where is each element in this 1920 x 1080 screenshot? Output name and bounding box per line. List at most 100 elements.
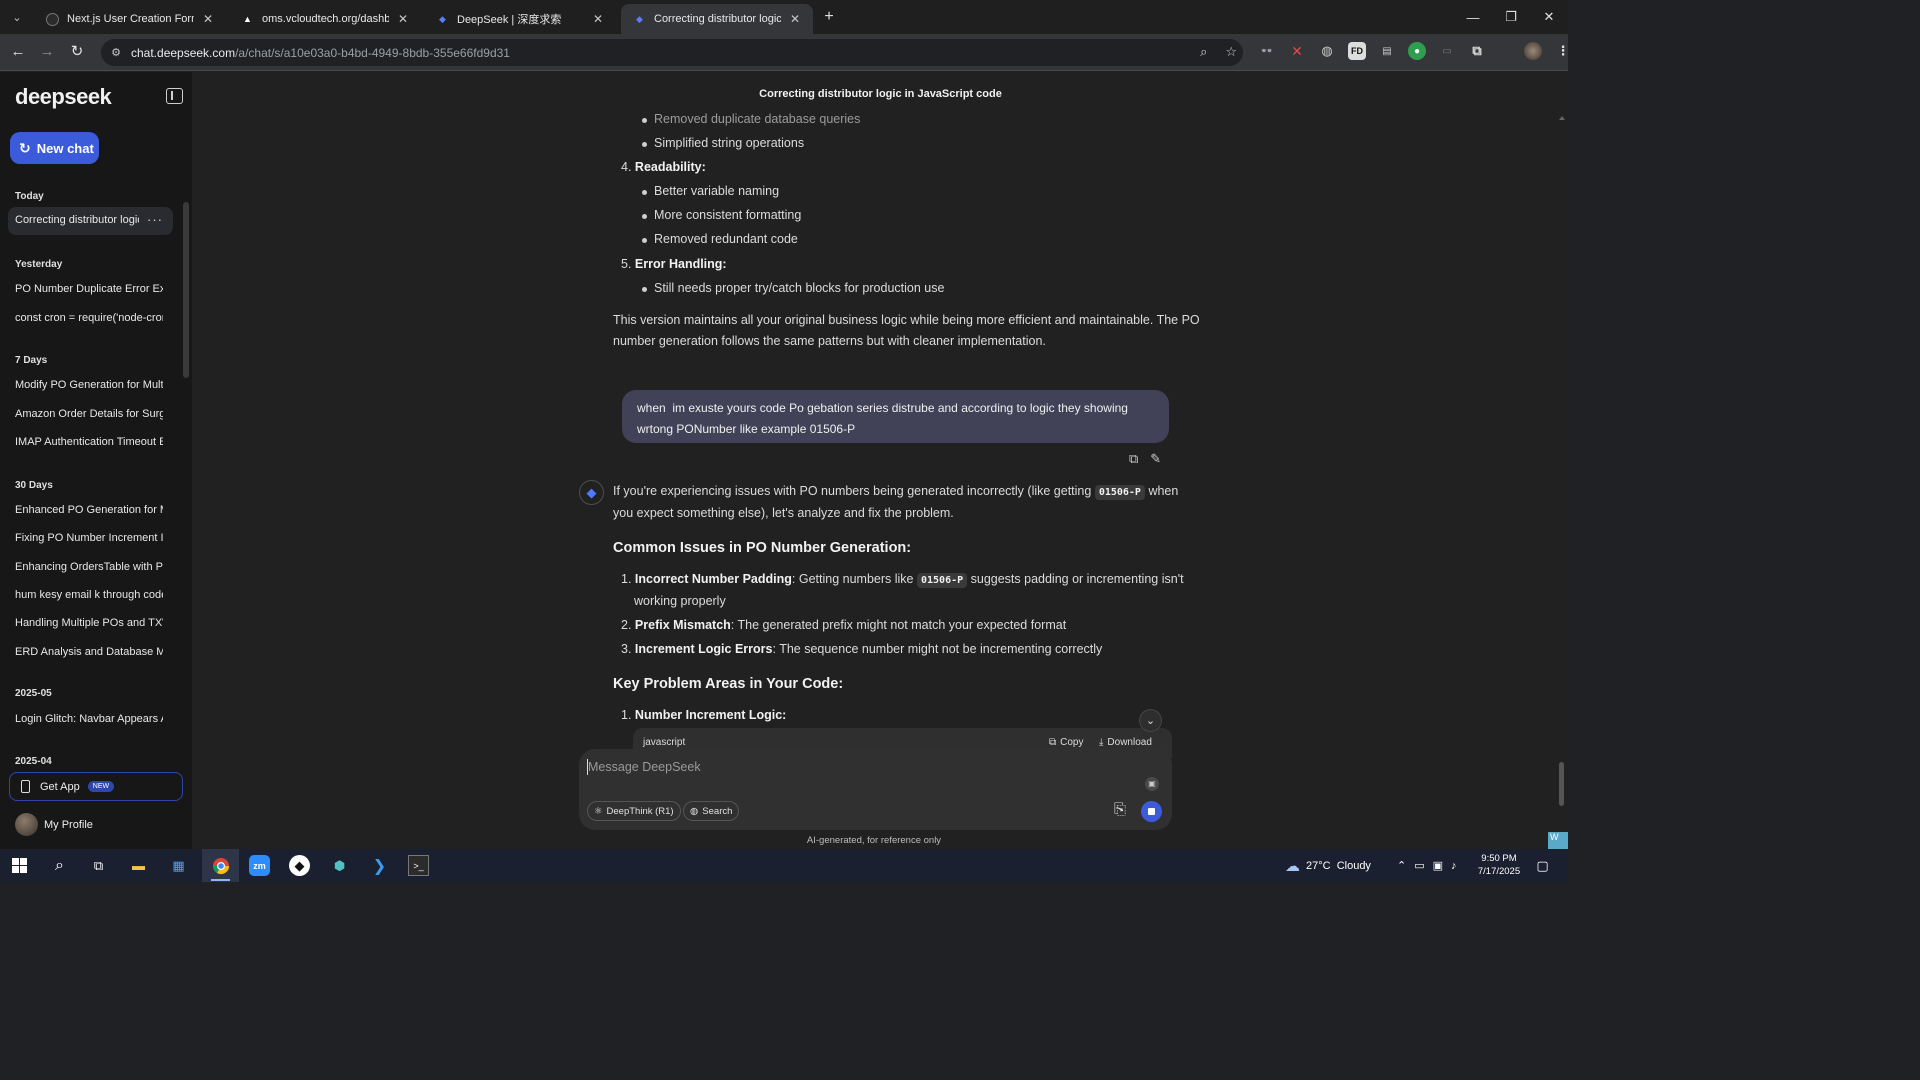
sidebar-item[interactable]: const cron = require('node-cron'); (15, 312, 163, 324)
extension-x-icon[interactable]: ✕ (1288, 42, 1306, 60)
tray-chevron-up-icon[interactable]: ⌃ (1397, 859, 1406, 872)
battery-icon[interactable]: ▭ (1414, 859, 1424, 872)
sidebar-item[interactable]: Handling Multiple POs and TXW (15, 617, 163, 629)
get-app-label: Get App (40, 780, 80, 793)
site-info-icon[interactable]: ⚙ (109, 46, 123, 60)
search-icon[interactable]: ⌕ (49, 855, 70, 876)
tab-oms-dashboard[interactable]: ▲ oms.vcloudtech.org/dashboard ✕ (229, 4, 421, 34)
code-download-button[interactable]: ⤓ Download (1099, 737, 1152, 748)
sidebar-item-active[interactable]: Correcting distributor logic in JavaScri… (8, 207, 173, 235)
item-text: working properly (634, 594, 726, 608)
back-button[interactable]: ← (8, 42, 28, 62)
copy-label: Copy (1060, 737, 1084, 748)
sidebar-item[interactable]: ERD Analysis and Database Model (15, 646, 163, 658)
file-explorer-icon[interactable]: ▬ (128, 855, 149, 876)
volume-icon[interactable]: ♪ (1451, 860, 1457, 872)
forward-button[interactable]: → (37, 42, 57, 62)
more-options-icon[interactable]: ··· (147, 212, 163, 227)
deepseek-icon: ◆ (636, 13, 643, 24)
tab-title: Next.js User Creation Form (67, 13, 194, 25)
chrome-icon[interactable] (210, 855, 231, 876)
chat-scrollbar[interactable] (1559, 762, 1564, 806)
extension-globe-icon[interactable]: ◍ (1318, 42, 1336, 60)
sidebar-item[interactable]: PO Number Duplicate Error Explained (15, 283, 163, 295)
store-icon[interactable]: ▦ (168, 855, 189, 876)
group-label-2025-05: 2025-05 (15, 688, 52, 699)
new-chat-button[interactable]: ↻ New chat (10, 132, 99, 164)
edit-icon[interactable]: ✎ (1150, 451, 1161, 467)
sidebar-item[interactable]: Modify PO Generation for Multiple (15, 379, 163, 391)
close-tab-icon[interactable]: ✕ (200, 12, 216, 26)
close-window-button[interactable]: ✕ (1530, 0, 1568, 34)
extension-green-icon[interactable]: ● (1408, 42, 1426, 60)
weather-widget[interactable]: ☁ 27°C Cloudy (1285, 849, 1371, 882)
extensions-row: 👓 ✕ ◍ FD ▤ ● ▭ ⧉ ⋮ (1258, 42, 1572, 60)
user-message-actions: ⧉ ✎ (1129, 451, 1161, 467)
my-profile-button[interactable]: My Profile (15, 813, 93, 836)
copy-icon[interactable]: ⧉ (1129, 451, 1138, 467)
scroll-to-bottom-button[interactable]: ⌄ (1139, 709, 1162, 732)
deepthink-toggle[interactable]: ⚛ DeepThink (R1) (587, 801, 681, 821)
zoom-icon[interactable]: ⌕ (1200, 44, 1207, 60)
tab-correcting-distributor[interactable]: ◆ Correcting distributor logic in Ja ✕ (621, 4, 813, 34)
close-tab-icon[interactable]: ✕ (590, 12, 606, 26)
tab-nextjs-form[interactable]: Next.js User Creation Form ✕ (34, 4, 226, 34)
get-app-button[interactable]: Get App NEW (9, 772, 183, 801)
attach-file-icon[interactable]: ⎘ (1114, 801, 1126, 818)
extension-fd-icon[interactable]: FD (1348, 42, 1366, 60)
tab-deepseek-home[interactable]: ◆ DeepSeek | 深度求索 ✕ (424, 4, 616, 34)
address-bar[interactable]: ⚙ chat.deepseek.com/a/chat/s/a10e03a0-b4… (101, 39, 1243, 66)
corner-widget[interactable]: W (1548, 832, 1568, 849)
tab-title: Correcting distributor logic in Ja (654, 13, 781, 25)
extension-image-icon[interactable]: ▤ (1378, 42, 1396, 60)
sidebar-item[interactable]: Fixing PO Number Increment Issue (15, 532, 163, 544)
assistant-mini-icon[interactable]: ▣ (1145, 777, 1159, 791)
extension-glasses-icon[interactable]: 👓 (1258, 42, 1276, 60)
sidebar-item[interactable]: IMAP Authentication Timeout Error (15, 436, 163, 448)
windows-start-icon[interactable] (9, 855, 30, 876)
scroll-up-arrow[interactable] (1559, 116, 1565, 120)
notifications-icon[interactable]: ▢ (1532, 855, 1553, 876)
network-icon[interactable]: ▣ (1433, 859, 1443, 872)
new-tab-button[interactable]: + (820, 8, 838, 26)
app-drop-icon[interactable]: ◆ (289, 855, 310, 876)
browser-menu-icon[interactable]: ⋮ (1554, 42, 1572, 60)
group-label-yesterday: Yesterday (15, 259, 63, 270)
close-tab-icon[interactable]: ✕ (395, 12, 411, 26)
ai-disclaimer: AI-generated, for reference only (806, 835, 942, 846)
search-toggle[interactable]: ◍ Search (683, 801, 740, 821)
message-composer[interactable]: Message DeepSeek ▣ ⚛ DeepThink (R1) ◍ Se… (579, 749, 1172, 830)
stop-generating-button[interactable] (1141, 801, 1162, 822)
globe-icon: ◍ (690, 805, 699, 817)
sidebar-item[interactable]: Amazon Order Details for Surge (15, 408, 163, 420)
collapse-sidebar-icon[interactable] (166, 88, 183, 104)
extension-card-icon[interactable]: ▭ (1438, 42, 1456, 60)
message-input[interactable]: Message DeepSeek (588, 760, 701, 774)
sidebar-item[interactable]: Enhanced PO Generation for Multiple (15, 504, 163, 516)
zoom-app-icon[interactable]: zm (249, 855, 270, 876)
code-copy-button[interactable]: ⧉ Copy (1049, 737, 1084, 748)
profile-avatar-icon[interactable] (1524, 42, 1542, 60)
paragraph-line: number generation follows the same patte… (613, 334, 1046, 348)
bullet-item: Still needs proper try/catch blocks for … (641, 281, 945, 295)
reload-button[interactable]: ↻ (67, 42, 87, 62)
app-hex-icon[interactable]: ⬢ (329, 855, 350, 876)
task-view-icon[interactable]: ⧉ (88, 855, 109, 876)
sidebar-item[interactable]: Enhancing OrdersTable with Product (15, 561, 163, 573)
sidebar-scrollbar[interactable] (183, 202, 189, 378)
url-text[interactable]: chat.deepseek.com/a/chat/s/a10e03a0-b4bd… (131, 46, 510, 60)
terminal-icon[interactable]: >_ (408, 855, 429, 876)
vscode-icon[interactable]: ❯ (369, 855, 390, 876)
sidebar-item[interactable]: hum kesy email k through code (15, 589, 163, 601)
vercel-icon: ▲ (243, 14, 252, 24)
extensions-puzzle-icon[interactable]: ⧉ (1468, 42, 1486, 60)
tab-search-button[interactable]: ⌄ (6, 6, 28, 28)
clock-time: 9:50 PM (1481, 853, 1517, 864)
system-clock[interactable]: 9:50 PM 7/17/2025 (1476, 852, 1522, 878)
minimize-button[interactable]: — (1454, 0, 1492, 34)
bookmark-star-icon[interactable]: ☆ (1225, 44, 1237, 60)
sidebar-item[interactable]: Login Glitch: Navbar Appears Above (15, 713, 163, 725)
restore-button[interactable]: ❐ (1492, 0, 1530, 34)
reply-heading: Key Problem Areas in Your Code: (613, 676, 844, 692)
close-tab-icon[interactable]: ✕ (787, 12, 803, 26)
